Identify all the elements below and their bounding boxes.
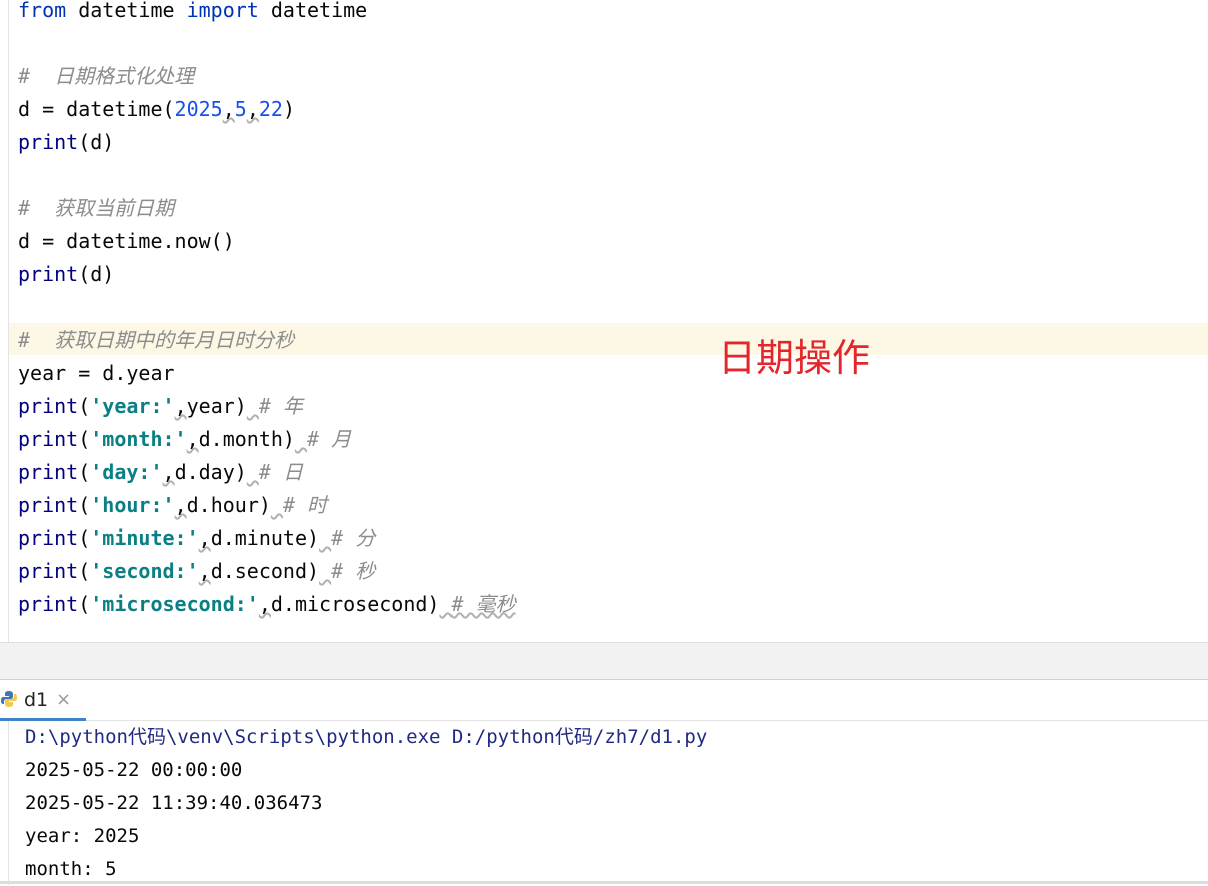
builtin-print: print xyxy=(18,559,79,583)
comma: , xyxy=(258,592,271,616)
builtin-print: print xyxy=(18,394,79,418)
run-tab-bar: d1 × xyxy=(0,680,1208,721)
inline-comment: # 秒 xyxy=(331,559,376,583)
code-text: ( xyxy=(78,427,91,451)
console-output-line: year: 2025 xyxy=(25,825,140,847)
code-text: year) xyxy=(186,394,247,418)
number-literal: 22 xyxy=(258,97,283,121)
code-line-print-hour[interactable]: print('hour:',d.hour) # 时 xyxy=(18,489,327,522)
comma: , xyxy=(162,460,175,484)
string-literal: 'month:' xyxy=(90,427,187,451)
panel-divider[interactable] xyxy=(0,642,1208,680)
comma: , xyxy=(174,493,187,517)
code-text: d.minute) xyxy=(210,526,320,550)
code-line-print-year[interactable]: print('year:',year) # 年 xyxy=(18,390,303,423)
comma: , xyxy=(222,97,235,121)
code-line-print-d-2[interactable]: print(d) xyxy=(18,258,114,291)
string-literal: 'year:' xyxy=(90,394,175,418)
code-text: d.microsecond) xyxy=(270,592,440,616)
date-operations-annotation: 日期操作 xyxy=(718,336,871,380)
inline-comment: # 月 xyxy=(307,427,352,451)
string-literal: 'minute:' xyxy=(90,526,199,550)
code-text: ( xyxy=(78,493,91,517)
inline-comment: # 年 xyxy=(258,394,303,418)
code-text: d.day) xyxy=(174,460,247,484)
code-comment-format[interactable]: # 日期格式化处理 xyxy=(18,60,194,93)
close-icon[interactable]: × xyxy=(56,680,71,720)
inline-comment: # 分 xyxy=(331,526,376,550)
code-comment-parts[interactable]: # 获取日期中的年月日时分秒 xyxy=(18,324,294,357)
string-literal: 'day:' xyxy=(90,460,163,484)
keyword: from xyxy=(18,0,67,22)
builtin-print: print xyxy=(18,526,79,550)
code-text: d.hour) xyxy=(186,493,271,517)
code-line-datetime[interactable]: d = datetime(2025,5,22) xyxy=(18,93,295,126)
code-text: ( xyxy=(78,559,91,583)
code-line-now[interactable]: d = datetime.now() xyxy=(18,225,235,258)
inline-comment: # 毫秒 xyxy=(451,592,516,616)
code-line-print-second[interactable]: print('second:',d.second) # 秒 xyxy=(18,555,375,588)
code-comment-now[interactable]: # 获取当前日期 xyxy=(18,192,174,225)
python-icon xyxy=(0,690,18,708)
console-output-line: 2025-05-22 11:39:40.036473 xyxy=(25,792,323,814)
comma: , xyxy=(198,559,211,583)
code-line-1[interactable]: from datetime import datetime xyxy=(18,0,367,27)
code-text: d.month) xyxy=(198,427,295,451)
run-tab-d1[interactable]: d1 × xyxy=(0,680,86,721)
inline-comment: # 日 xyxy=(258,460,303,484)
console-gutter xyxy=(8,721,9,885)
code-text: ( xyxy=(78,460,91,484)
code-text: ( xyxy=(78,394,91,418)
run-panel: d1 × D:\python代码\venv\Scripts\python.exe… xyxy=(0,679,1208,885)
code-editor[interactable]: from datetime import datetime # 日期格式化处理 … xyxy=(0,0,1208,642)
code-text: d.second) xyxy=(210,559,320,583)
code-text: ( xyxy=(78,526,91,550)
code-text: (d) xyxy=(78,262,115,286)
string-literal: 'second:' xyxy=(90,559,199,583)
comma: , xyxy=(186,427,199,451)
builtin-print: print xyxy=(18,130,79,154)
code-text: datetime xyxy=(258,0,368,22)
comma: , xyxy=(246,97,259,121)
code-line-print-minute[interactable]: print('minute:',d.minute) # 分 xyxy=(18,522,375,555)
code-text: datetime xyxy=(66,0,187,22)
string-literal: 'hour:' xyxy=(90,493,175,517)
editor-gutter xyxy=(8,0,9,642)
inline-comment: # 时 xyxy=(282,493,328,517)
builtin-print: print xyxy=(18,460,79,484)
builtin-print: print xyxy=(18,592,79,616)
code-line-print-month[interactable]: print('month:',d.month) # 月 xyxy=(18,423,351,456)
code-line-print-day[interactable]: print('day:',d.day) # 日 xyxy=(18,456,303,489)
comma: , xyxy=(198,526,211,550)
code-line-year[interactable]: year = d.year xyxy=(18,357,175,390)
code-line-print-microsecond[interactable]: print('microsecond:',d.microsecond) # 毫秒 xyxy=(18,588,516,621)
string-literal: 'microsecond:' xyxy=(90,592,259,616)
number-literal: 5 xyxy=(234,97,247,121)
code-text: ) xyxy=(282,97,295,121)
comma: , xyxy=(174,394,187,418)
builtin-print: print xyxy=(18,493,79,517)
builtin-print: print xyxy=(18,427,79,451)
number-literal: 2025 xyxy=(174,97,223,121)
builtin-print: print xyxy=(18,262,79,286)
console-output-line: 2025-05-22 00:00:00 xyxy=(25,759,243,781)
code-text: ( xyxy=(78,592,91,616)
keyword: import xyxy=(186,0,259,22)
console-command-line[interactable]: D:\python代码\venv\Scripts\python.exe D:/p… xyxy=(25,721,707,754)
code-text: (d) xyxy=(78,130,115,154)
run-tab-label: d1 xyxy=(24,689,49,711)
code-line-print-d[interactable]: print(d) xyxy=(18,126,114,159)
code-text: d = datetime( xyxy=(18,97,175,121)
